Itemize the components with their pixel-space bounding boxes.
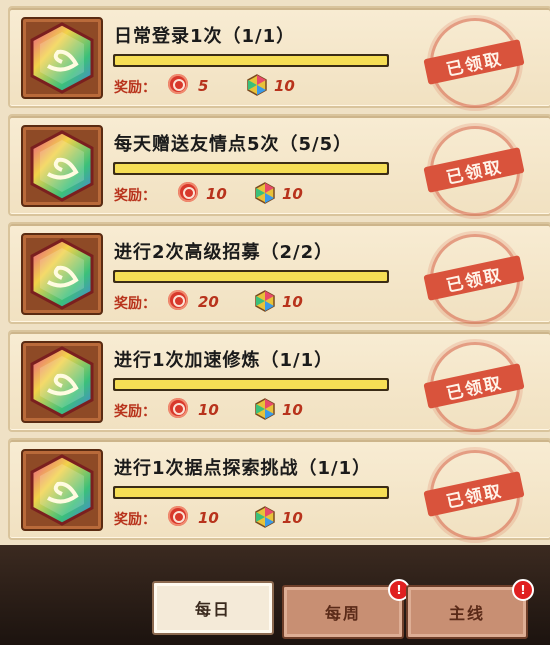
task-icon-frame xyxy=(21,449,103,531)
gem-amount: 10 xyxy=(282,401,303,419)
coin-amount: 10 xyxy=(206,185,227,203)
red-coin-icon xyxy=(168,74,188,94)
coin-amount: 10 xyxy=(198,401,219,419)
task-card: 每天赠送友情点5次（5/5） 奖励： 10 10 已领取 xyxy=(8,114,550,216)
stamp-text: 已领取 xyxy=(444,48,505,81)
task-card: 进行2次高级招募（2/2） 奖励： 20 10 已领取 xyxy=(8,222,550,324)
rainbow-gem-icon xyxy=(255,506,275,528)
leaf-crystal-icon xyxy=(30,346,94,418)
task-title: 每天赠送友情点5次（5/5） xyxy=(114,134,353,155)
task-card: 进行1次加速修炼（1/1） 奖励： 10 10 已领取 xyxy=(8,330,550,432)
progress-bar xyxy=(113,486,389,499)
reward-label: 奖励： xyxy=(114,512,156,528)
claimed-stamp: 已领取 xyxy=(423,18,525,108)
task-icon-frame xyxy=(21,17,103,99)
task-list-panel: 日常登录1次（1/1） 奖励： 5 10 已领取 每天赠送友情点5次（5/5） … xyxy=(0,0,550,545)
stamp-text: 已领取 xyxy=(444,264,505,297)
leaf-crystal-icon xyxy=(30,238,94,310)
task-title: 进行1次据点探索挑战（1/1） xyxy=(114,458,372,479)
task-icon-frame xyxy=(21,341,103,423)
claimed-stamp: 已领取 xyxy=(423,234,525,324)
coin-amount: 5 xyxy=(198,77,209,95)
tab-daily[interactable]: 每日 xyxy=(152,581,274,635)
progress-bar xyxy=(113,162,389,175)
reward-label: 奖励： xyxy=(114,296,156,312)
claimed-stamp: 已领取 xyxy=(423,450,525,540)
coin-amount: 20 xyxy=(198,293,219,311)
task-icon-frame xyxy=(21,125,103,207)
red-coin-icon xyxy=(178,182,198,202)
leaf-crystal-icon xyxy=(30,22,94,94)
red-coin-icon xyxy=(168,506,188,526)
tab-label: 每周 xyxy=(324,604,361,623)
stamp-text: 已领取 xyxy=(444,480,505,513)
tab-label: 主线 xyxy=(448,604,485,623)
task-title: 进行2次高级招募（2/2） xyxy=(114,242,334,263)
rainbow-gem-icon xyxy=(255,398,275,420)
tab-weekly[interactable]: 每周 ! xyxy=(282,579,410,639)
reward-label: 奖励： xyxy=(114,80,156,96)
reward-label: 奖励： xyxy=(114,404,156,420)
task-icon-frame xyxy=(21,233,103,315)
progress-bar xyxy=(113,54,389,67)
gem-amount: 10 xyxy=(274,77,295,95)
gem-amount: 10 xyxy=(282,185,303,203)
leaf-crystal-icon xyxy=(30,454,94,526)
tab-main-story[interactable]: 主线 ! xyxy=(406,579,534,639)
rainbow-gem-icon xyxy=(247,74,267,96)
rainbow-gem-icon xyxy=(255,182,275,204)
gem-amount: 10 xyxy=(282,293,303,311)
progress-bar xyxy=(113,270,389,283)
tab-label: 每日 xyxy=(194,600,231,619)
stamp-text: 已领取 xyxy=(444,156,505,189)
task-card: 日常登录1次（1/1） 奖励： 5 10 已领取 xyxy=(8,6,550,108)
notification-badge: ! xyxy=(512,579,534,601)
progress-bar xyxy=(113,378,389,391)
red-coin-icon xyxy=(168,290,188,310)
task-card: 进行1次据点探索挑战（1/1） 奖励： 10 10 已领取 xyxy=(8,438,550,540)
task-title: 日常登录1次（1/1） xyxy=(114,26,296,47)
red-coin-icon xyxy=(168,398,188,418)
coin-amount: 10 xyxy=(198,509,219,527)
gem-amount: 10 xyxy=(282,509,303,527)
tab-bar: 每日 每周 ! 主线 ! xyxy=(0,545,550,645)
leaf-crystal-icon xyxy=(30,130,94,202)
stamp-text: 已领取 xyxy=(444,372,505,405)
rainbow-gem-icon xyxy=(255,290,275,312)
claimed-stamp: 已领取 xyxy=(423,126,525,216)
task-title: 进行1次加速修炼（1/1） xyxy=(114,350,334,371)
claimed-stamp: 已领取 xyxy=(423,342,525,432)
reward-label: 奖励： xyxy=(114,188,156,204)
